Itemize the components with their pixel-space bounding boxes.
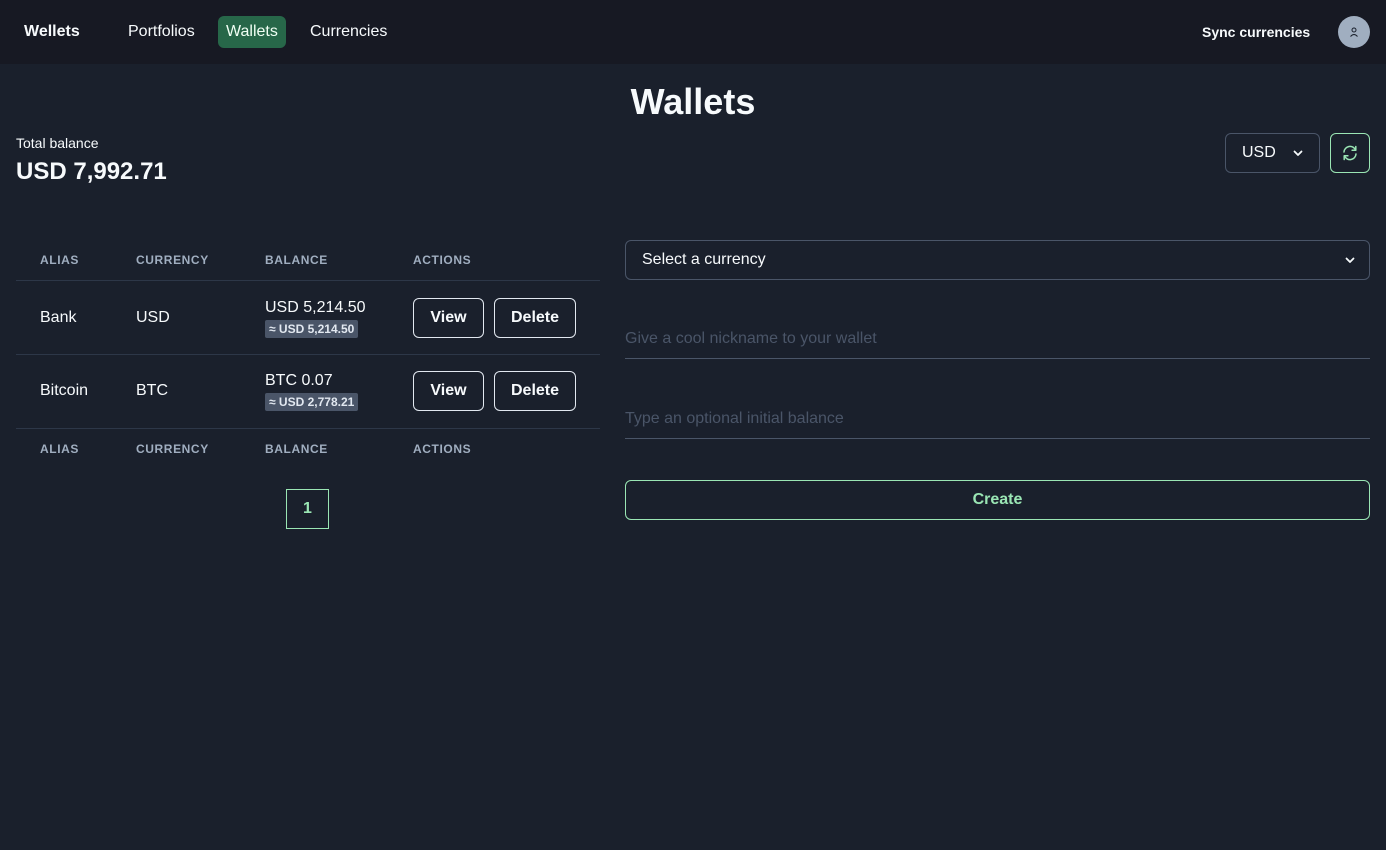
delete-wallet-button[interactable]: Delete bbox=[494, 298, 576, 338]
display-currency-select[interactable]: USD bbox=[1225, 133, 1320, 173]
wallet-alias: Bank bbox=[40, 309, 77, 326]
total-balance-value: USD 7,992.71 bbox=[16, 158, 167, 185]
converted-balance-badge: ≈ USD 5,214.50 bbox=[265, 320, 359, 338]
chevron-down-icon bbox=[1345, 257, 1355, 263]
page-title: Wallets bbox=[630, 81, 756, 122]
create-wallet-button[interactable]: Create bbox=[625, 480, 1370, 520]
wallet-currency: USD bbox=[136, 309, 170, 326]
table-header: ALIAS CURRENCY BALANCE ACTIONS bbox=[16, 240, 600, 281]
wallet-nickname-input[interactable]: Give a cool nickname to your wallet bbox=[625, 319, 1370, 359]
top-navbar: Wellets Portfolios Wallets Currencies Sy… bbox=[0, 0, 1386, 64]
column-footer-balance: BALANCE bbox=[265, 442, 328, 456]
pagination-page-button[interactable]: 1 bbox=[286, 489, 329, 529]
nav-link-currencies[interactable]: Currencies bbox=[302, 16, 395, 48]
nav-link-portfolios[interactable]: Portfolios bbox=[120, 16, 203, 48]
table-row: Bank USD USD 5,214.50 ≈ USD 5,214.50 Vie… bbox=[16, 281, 600, 355]
column-footer-currency: CURRENCY bbox=[136, 442, 209, 456]
delete-wallet-button[interactable]: Delete bbox=[494, 371, 576, 411]
wallet-balance: BTC 0.07 bbox=[265, 372, 333, 389]
view-wallet-button[interactable]: View bbox=[413, 371, 484, 411]
wallet-balance: USD 5,214.50 bbox=[265, 299, 366, 316]
chevron-down-icon bbox=[1293, 150, 1303, 156]
table-row: Bitcoin BTC BTC 0.07 ≈ USD 2,778.21 View… bbox=[16, 355, 600, 429]
wallet-alias: Bitcoin bbox=[40, 382, 89, 399]
initial-balance-input[interactable]: Type an optional initial balance bbox=[625, 399, 1370, 439]
wallets-table: ALIAS CURRENCY BALANCE ACTIONS Bank USD … bbox=[16, 240, 600, 469]
refresh-balance-button[interactable] bbox=[1330, 133, 1370, 173]
view-wallet-button[interactable]: View bbox=[413, 298, 484, 338]
column-footer-actions: ACTIONS bbox=[413, 442, 472, 456]
avatar[interactable] bbox=[1338, 16, 1370, 48]
currency-select[interactable]: Select a currency bbox=[625, 240, 1370, 280]
column-footer-alias: ALIAS bbox=[40, 442, 79, 456]
brand-logo[interactable]: Wellets bbox=[24, 20, 80, 44]
sync-currencies-button[interactable]: Sync currencies bbox=[1202, 22, 1310, 42]
column-header-currency: CURRENCY bbox=[136, 253, 209, 267]
total-balance-label: Total balance bbox=[16, 135, 99, 151]
refresh-icon bbox=[1343, 145, 1357, 161]
column-header-balance: BALANCE bbox=[265, 253, 328, 267]
wallet-currency: BTC bbox=[136, 382, 168, 399]
user-icon bbox=[1350, 27, 1358, 37]
column-header-actions: ACTIONS bbox=[413, 253, 472, 267]
converted-balance-badge: ≈ USD 2,778.21 bbox=[265, 393, 359, 411]
currency-select-placeholder: Select a currency bbox=[642, 251, 766, 268]
display-currency-value: USD bbox=[1242, 144, 1276, 161]
column-header-alias: ALIAS bbox=[40, 253, 79, 267]
table-footer: ALIAS CURRENCY BALANCE ACTIONS bbox=[16, 429, 600, 469]
nav-link-wallets[interactable]: Wallets bbox=[218, 16, 286, 48]
